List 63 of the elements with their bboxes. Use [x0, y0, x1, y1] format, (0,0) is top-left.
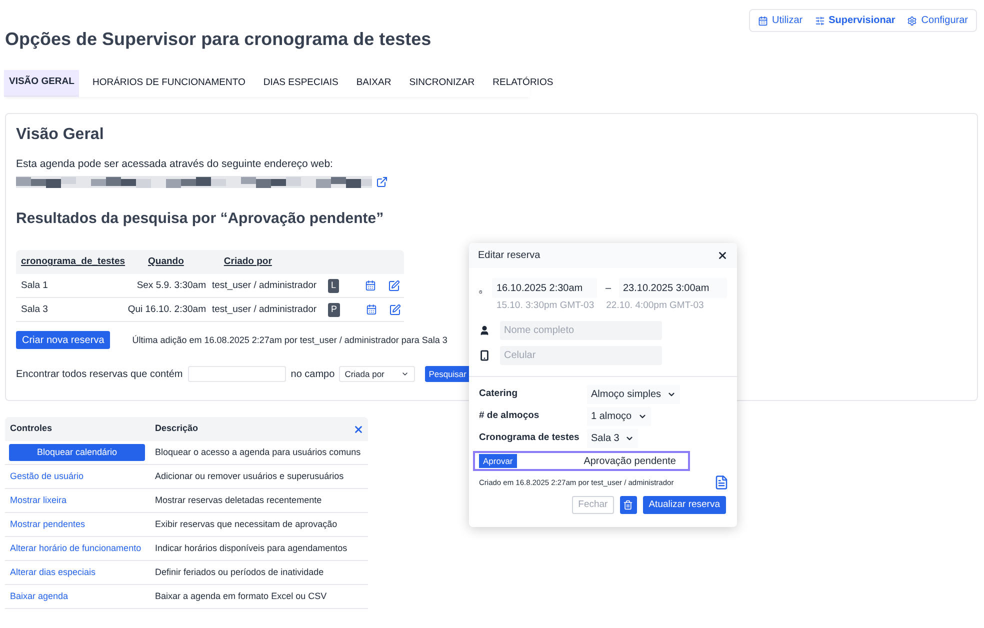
search-label: Encontrar todos reservas que contém [16, 368, 183, 382]
access-text: Esta agenda pode ser acessada através do seguinte endereço web: [16, 157, 334, 172]
table-cell-text: Qui 16.10. 2:30am [126, 302, 206, 317]
field-label: # de almoços [479, 409, 540, 424]
field-label: Cronograma de testes [479, 431, 580, 446]
tab[interactable]: DIAS ESPECIAIS [258, 70, 344, 97]
column-header: Descrição [155, 422, 198, 436]
field-label: Catering [479, 387, 519, 402]
table-cell-text: Indicar horários disponíveis para agendamentos [155, 542, 348, 555]
phone-field[interactable]: Celular [500, 346, 662, 366]
field-label: no campo [290, 368, 335, 382]
table-cell-text: Sala 3 [20, 302, 49, 317]
control-link[interactable]: Alterar horário de funcionamento [9, 542, 142, 553]
control-link[interactable]: Alterar dias especiais [9, 566, 96, 577]
tab[interactable]: RELATÓRIOS [488, 70, 558, 97]
name-field[interactable]: Nome completo [500, 321, 662, 340]
status-badge: P [328, 303, 340, 316]
table-cell-text: Baixar a agenda em formato Excel ou CSV [155, 590, 327, 603]
control-link[interactable]: Mostrar pendentes [9, 518, 86, 529]
status-badge: L [328, 279, 340, 292]
table-cell-text: Sala 1 [20, 278, 49, 293]
tab[interactable]: HORÁRIOS DE FUNCIONAMENTO [87, 70, 250, 97]
page-title: Opções de Supervisor para cronograma de testes [5, 28, 432, 51]
control-link[interactable]: Gestão de usuário [9, 470, 84, 481]
column-header: Controles [9, 422, 54, 436]
table-cell-text: Exibir reservas que necessitam de aprovação [155, 518, 338, 531]
local-time-text: 15.10. 3:30pm GMT-03 [496, 299, 594, 313]
table-cell-text: Sex 5.9. 3:30am [136, 278, 206, 293]
create-booking-button[interactable]: Criar nova reserva [16, 331, 110, 350]
last-added-text: Última adição em 16.08.2025 2:27am por test_user / administrador para Sala 3 [132, 334, 448, 347]
table-cell-text: test_user / administrador [212, 302, 318, 317]
local-time-text: 22.10. 4:00pm GMT-03 [606, 299, 704, 313]
section-heading: Visão Geral [16, 125, 105, 145]
field-select[interactable]: Almoço simples [587, 384, 680, 404]
approve-button[interactable]: Aprovar [479, 454, 517, 468]
search-button[interactable]: Pesquisar [424, 366, 470, 382]
update-booking-button[interactable]: Atualizar reserva [642, 496, 726, 514]
table-cell-text: Bloquear o acesso a agenda para usuários comuns [155, 446, 361, 459]
column-header[interactable]: cronograma_de_testes [16, 255, 140, 270]
field-select[interactable]: Sala 3 [587, 428, 638, 448]
control-link[interactable]: Mostrar lixeira [9, 494, 67, 505]
table-cell-text: test_user / administrador [212, 278, 318, 293]
start-date-field[interactable]: 16.10.2025 2:30am [492, 278, 598, 298]
tab[interactable]: SINCRONIZAR [404, 70, 480, 97]
tab[interactable]: BAIXAR [351, 70, 396, 97]
date-separator: – [605, 282, 611, 296]
control-link[interactable]: Baixar agenda [9, 590, 68, 601]
results-heading: Resultados da pesquisa por “Aprovação pendente” [16, 208, 385, 229]
table-cell-text: Adicionar ou remover usuários e superusuários [155, 470, 344, 483]
mode-tab[interactable]: Supervisionar [814, 13, 896, 28]
field-select[interactable]: Criada por [338, 366, 415, 382]
column-header[interactable]: Criado por [224, 255, 272, 270]
table-cell-text: Mostrar reservas deletadas recentemente [155, 494, 322, 507]
lock-calendar-button[interactable]: Bloquear calendário [9, 444, 145, 461]
column-header[interactable]: Quando [148, 255, 184, 270]
mode-tab[interactable]: Utilizar [758, 13, 803, 28]
mode-tab[interactable]: Configurar [907, 13, 968, 28]
status-text: Aprovação pendente [584, 454, 676, 469]
field-select[interactable]: 1 almoço [587, 406, 651, 426]
table-cell-text: Definir feriados ou períodos de inatividade [155, 566, 324, 579]
dialog-title: Editar reserva [478, 249, 540, 263]
tab[interactable]: VISÃO GERAL [4, 70, 80, 97]
end-date-field[interactable]: 23.10.2025 3:00am [619, 278, 727, 298]
